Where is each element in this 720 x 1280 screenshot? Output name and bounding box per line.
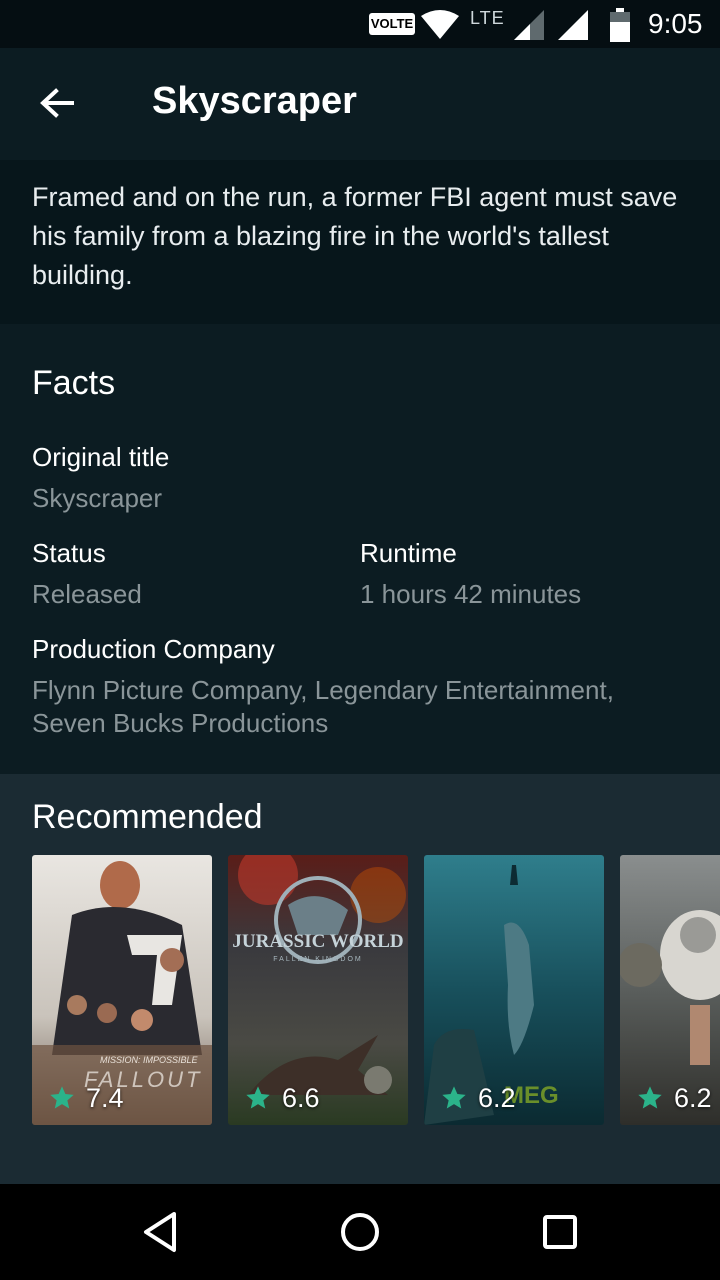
poster-title-text: MISSION: IMPOSSIBLE	[100, 1055, 199, 1065]
rating-value: 6.6	[282, 1082, 320, 1113]
facts-heading: Facts	[32, 364, 116, 402]
status-value: Released	[32, 579, 142, 609]
wifi-icon	[421, 10, 459, 39]
volte-badge: VOLTE	[369, 13, 415, 35]
star-icon	[246, 1086, 270, 1109]
status-bar: VOLTE LTE 9:05	[0, 0, 720, 48]
signal-icon	[558, 10, 588, 40]
recommended-item[interactable]: JURASSIC WORLD FALLEN KINGDOM 6.6	[228, 855, 408, 1125]
star-icon	[50, 1086, 74, 1109]
runtime-value: 1 hours 42 minutes	[360, 579, 582, 609]
rating-badge: 7.4	[48, 1083, 124, 1113]
star-icon	[442, 1086, 466, 1109]
recommended-item[interactable]: 6.2	[620, 855, 720, 1125]
overview-text: Framed and on the run, a former FBI agen…	[32, 182, 678, 290]
rating-badge: 6.2	[440, 1083, 516, 1113]
recommended-section: Recommended MISSION: IMPOSSIBLE FALLOUT …	[0, 774, 720, 1184]
overview-section: Framed and on the run, a former FBI agen…	[0, 160, 720, 324]
poster-subtitle-text: FALLEN KINGDOM	[273, 956, 362, 963]
signal-icon	[514, 10, 544, 40]
battery-icon	[610, 8, 630, 42]
status-label: Status	[32, 538, 106, 568]
network-type: LTE	[470, 8, 505, 28]
original-title-value: Skyscraper	[32, 483, 163, 513]
rating-value: 6.2	[478, 1082, 516, 1113]
production-label: Production Company	[32, 634, 275, 664]
original-title-label: Original title	[32, 442, 170, 472]
recommended-item[interactable]: MEG 6.2	[424, 855, 604, 1125]
rating-badge: 6.2	[636, 1083, 712, 1113]
poster-title-text: JURASSIC WORLD	[232, 931, 403, 952]
screen: VOLTE LTE 9:05 Skyscraper Framed and on …	[0, 0, 720, 1280]
recommended-item[interactable]: MISSION: IMPOSSIBLE FALLOUT 7.4	[32, 855, 212, 1125]
navigation-bar	[0, 1184, 720, 1280]
recents-square-icon[interactable]	[536, 1208, 584, 1256]
toolbar: Skyscraper	[0, 48, 720, 160]
clock: 9:05	[648, 8, 703, 39]
runtime-label: Runtime	[360, 538, 457, 568]
home-circle-icon[interactable]	[336, 1208, 384, 1256]
back-triangle-icon[interactable]	[136, 1208, 184, 1256]
facts-section: Facts Original title Skyscraper Status R…	[0, 324, 720, 774]
star-icon	[638, 1086, 662, 1109]
production-value: Flynn Picture Company, Legendary Enterta…	[32, 675, 614, 738]
page-title: Skyscraper	[152, 80, 357, 122]
rating-badge: 6.6	[244, 1083, 320, 1113]
rating-value: 7.4	[86, 1082, 124, 1113]
rating-value: 6.2	[674, 1082, 712, 1113]
arrow-back-icon[interactable]	[28, 76, 84, 132]
recommended-heading: Recommended	[32, 798, 263, 836]
